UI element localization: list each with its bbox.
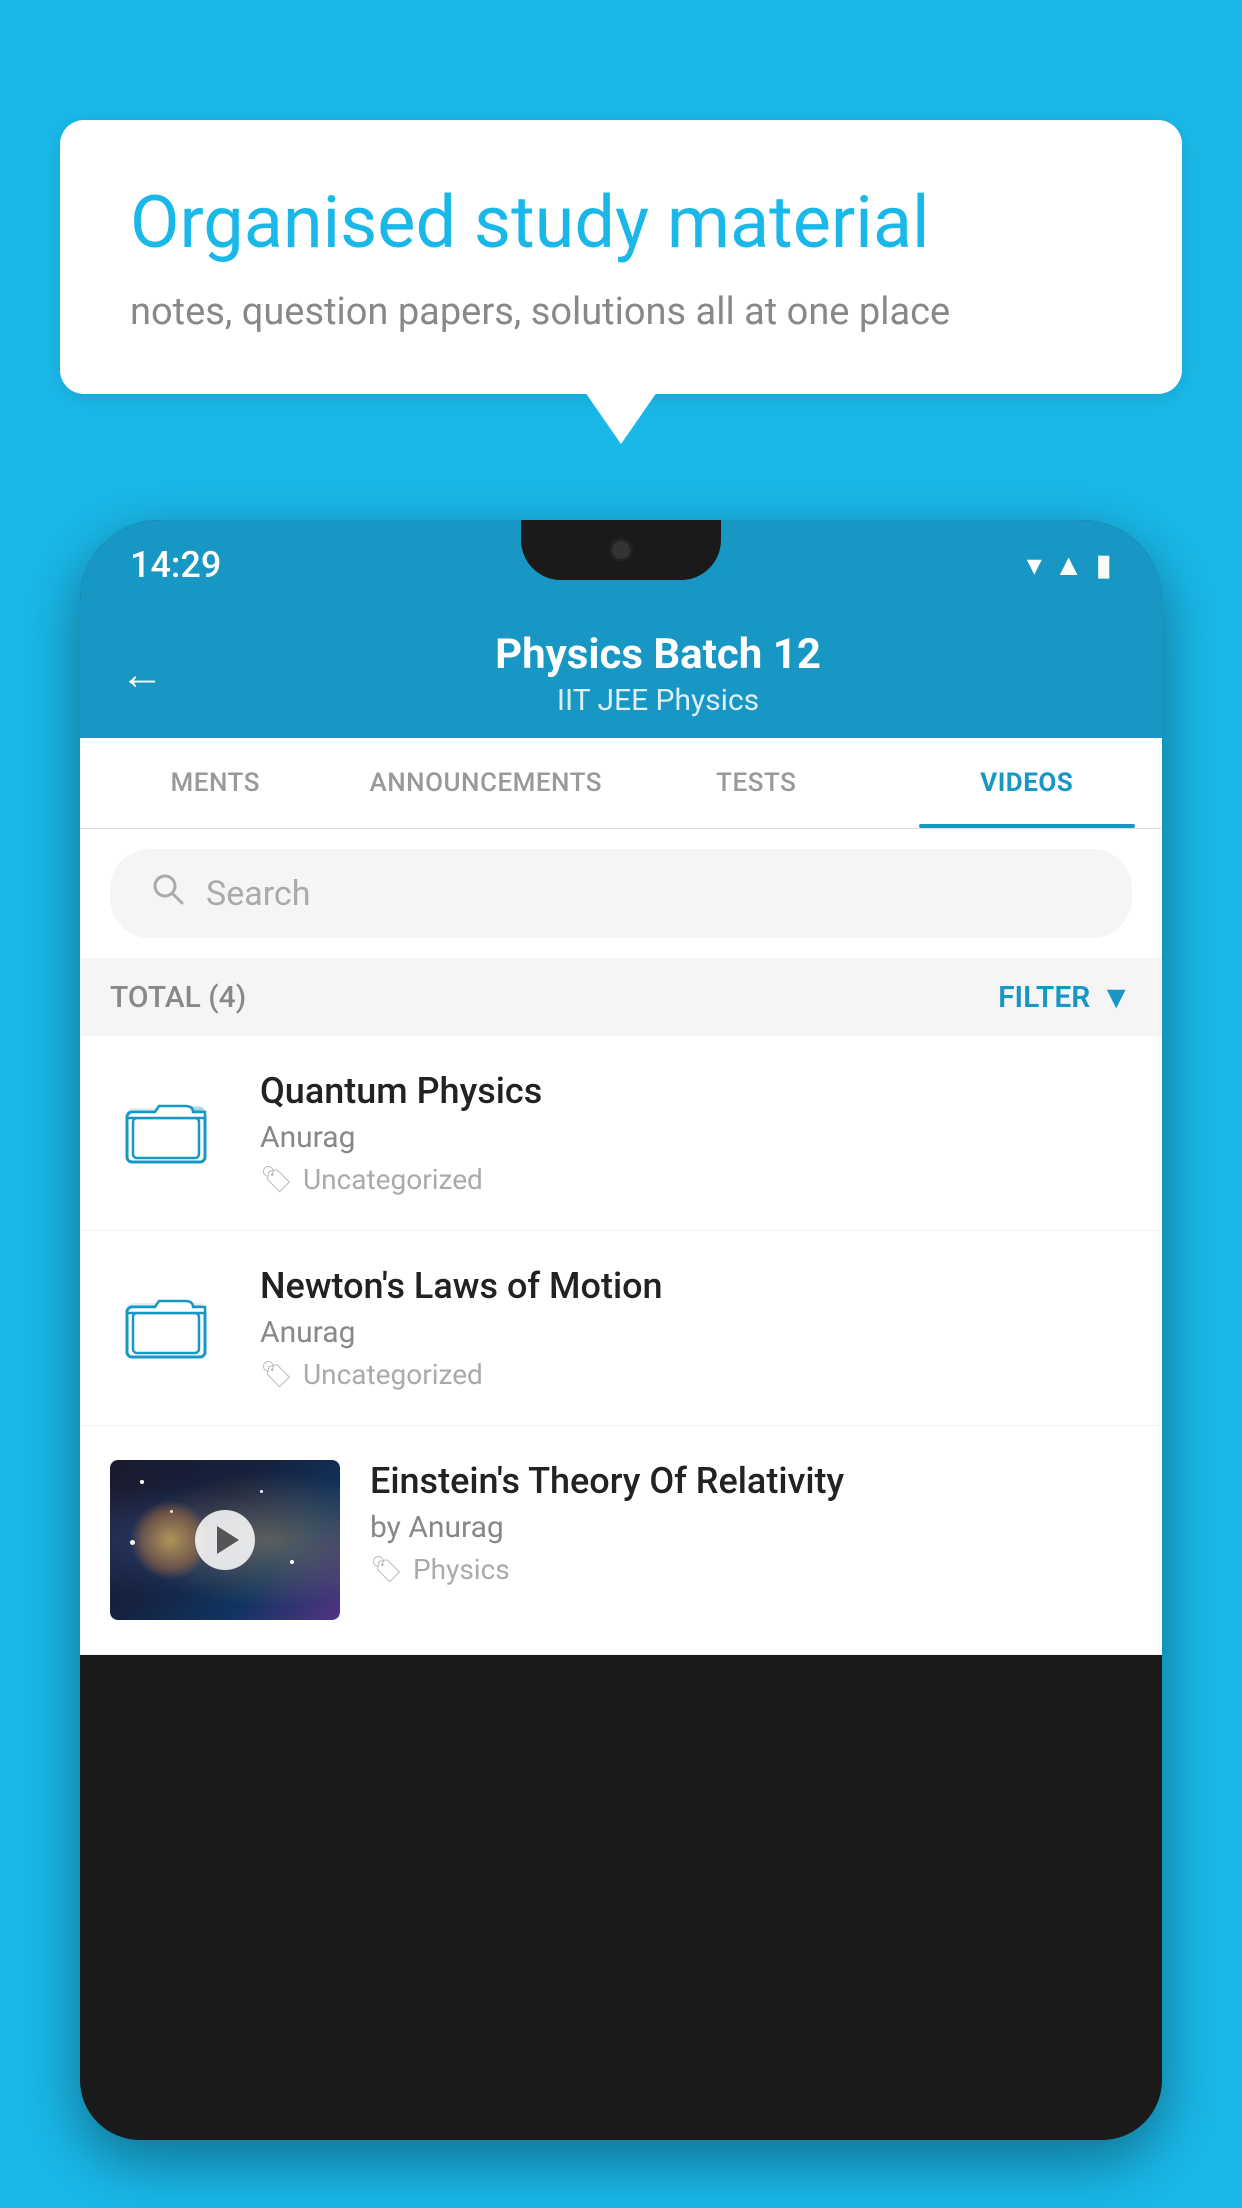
star-decoration bbox=[290, 1560, 294, 1564]
list-item[interactable]: Einstein's Theory Of Relativity by Anura… bbox=[80, 1426, 1162, 1655]
signal-icon: ▲ bbox=[1054, 548, 1084, 583]
phone-notch bbox=[521, 520, 721, 580]
tag-icon: 🏷 bbox=[370, 1555, 403, 1585]
status-icons: ▾ ▲ ▮ bbox=[1027, 548, 1112, 583]
tag-label: Uncategorized bbox=[303, 1358, 483, 1391]
play-button[interactable] bbox=[195, 1510, 255, 1570]
tab-ments[interactable]: MENTS bbox=[80, 738, 351, 828]
total-count: TOTAL (4) bbox=[110, 980, 246, 1015]
star-decoration bbox=[260, 1490, 263, 1493]
tag-icon: 🏷 bbox=[260, 1360, 293, 1390]
search-placeholder: Search bbox=[206, 874, 310, 914]
video-author: Anurag bbox=[260, 1120, 1132, 1155]
star-decoration bbox=[140, 1480, 144, 1484]
search-bar[interactable]: Search bbox=[110, 849, 1132, 938]
item-info-einstein: Einstein's Theory Of Relativity by Anura… bbox=[370, 1460, 1132, 1586]
tab-announcements[interactable]: ANNOUNCEMENTS bbox=[351, 738, 622, 828]
back-button[interactable]: ← bbox=[120, 648, 164, 700]
phone-container: 14:29 ▾ ▲ ▮ ← Physics Batch 12 IIT JEE P… bbox=[80, 520, 1162, 2208]
video-title: Quantum Physics bbox=[260, 1070, 1132, 1112]
filter-button[interactable]: FILTER ▼ bbox=[998, 978, 1132, 1016]
app-header: ← Physics Batch 12 IIT JEE Physics bbox=[80, 600, 1162, 738]
phone-inner: 14:29 ▾ ▲ ▮ ← Physics Batch 12 IIT JEE P… bbox=[80, 520, 1162, 2140]
list-item[interactable]: Quantum Physics Anurag 🏷 Uncategorized bbox=[80, 1036, 1162, 1231]
tabs-bar: MENTS ANNOUNCEMENTS TESTS VIDEOS bbox=[80, 738, 1162, 829]
tag-label: Physics bbox=[413, 1553, 510, 1586]
speech-bubble-area: Organised study material notes, question… bbox=[60, 120, 1182, 394]
status-time: 14:29 bbox=[130, 544, 221, 586]
item-thumbnail-newton bbox=[110, 1265, 230, 1385]
play-triangle-icon bbox=[217, 1526, 239, 1554]
bubble-title: Organised study material bbox=[130, 180, 1112, 266]
header-title-area: Physics Batch 12 IIT JEE Physics bbox=[194, 630, 1122, 718]
tab-tests[interactable]: TESTS bbox=[621, 738, 892, 828]
filter-icon: ▼ bbox=[1100, 978, 1132, 1016]
item-thumbnail-einstein bbox=[110, 1460, 340, 1620]
header-title: Physics Batch 12 bbox=[194, 630, 1122, 679]
battery-icon: ▮ bbox=[1095, 548, 1112, 583]
video-author: by Anurag bbox=[370, 1510, 1132, 1545]
video-title: Newton's Laws of Motion bbox=[260, 1265, 1132, 1307]
tag-icon: 🏷 bbox=[260, 1165, 293, 1195]
tab-videos[interactable]: VIDEOS bbox=[892, 738, 1163, 828]
item-thumbnail-quantum bbox=[110, 1070, 230, 1190]
video-author: Anurag bbox=[260, 1315, 1132, 1350]
content-list: Quantum Physics Anurag 🏷 Uncategorized bbox=[80, 1036, 1162, 1655]
wifi-icon: ▾ bbox=[1027, 548, 1042, 583]
video-tag: 🏷 Uncategorized bbox=[260, 1358, 1132, 1391]
video-tag: 🏷 Uncategorized bbox=[260, 1163, 1132, 1196]
item-info-quantum: Quantum Physics Anurag 🏷 Uncategorized bbox=[260, 1070, 1132, 1196]
speech-bubble: Organised study material notes, question… bbox=[60, 120, 1182, 394]
filter-label: FILTER bbox=[998, 980, 1090, 1015]
video-tag: 🏷 Physics bbox=[370, 1553, 1132, 1586]
camera-dot bbox=[609, 538, 633, 562]
bubble-subtitle: notes, question papers, solutions all at… bbox=[130, 290, 1112, 334]
item-info-newton: Newton's Laws of Motion Anurag 🏷 Uncateg… bbox=[260, 1265, 1132, 1391]
search-icon bbox=[150, 871, 186, 916]
list-item[interactable]: Newton's Laws of Motion Anurag 🏷 Uncateg… bbox=[80, 1231, 1162, 1426]
tag-label: Uncategorized bbox=[303, 1163, 483, 1196]
search-container: Search bbox=[80, 829, 1162, 958]
phone-frame: 14:29 ▾ ▲ ▮ ← Physics Batch 12 IIT JEE P… bbox=[80, 520, 1162, 2140]
video-title: Einstein's Theory Of Relativity bbox=[370, 1460, 1132, 1502]
filter-bar: TOTAL (4) FILTER ▼ bbox=[80, 958, 1162, 1036]
header-subtitle: IIT JEE Physics bbox=[194, 683, 1122, 718]
